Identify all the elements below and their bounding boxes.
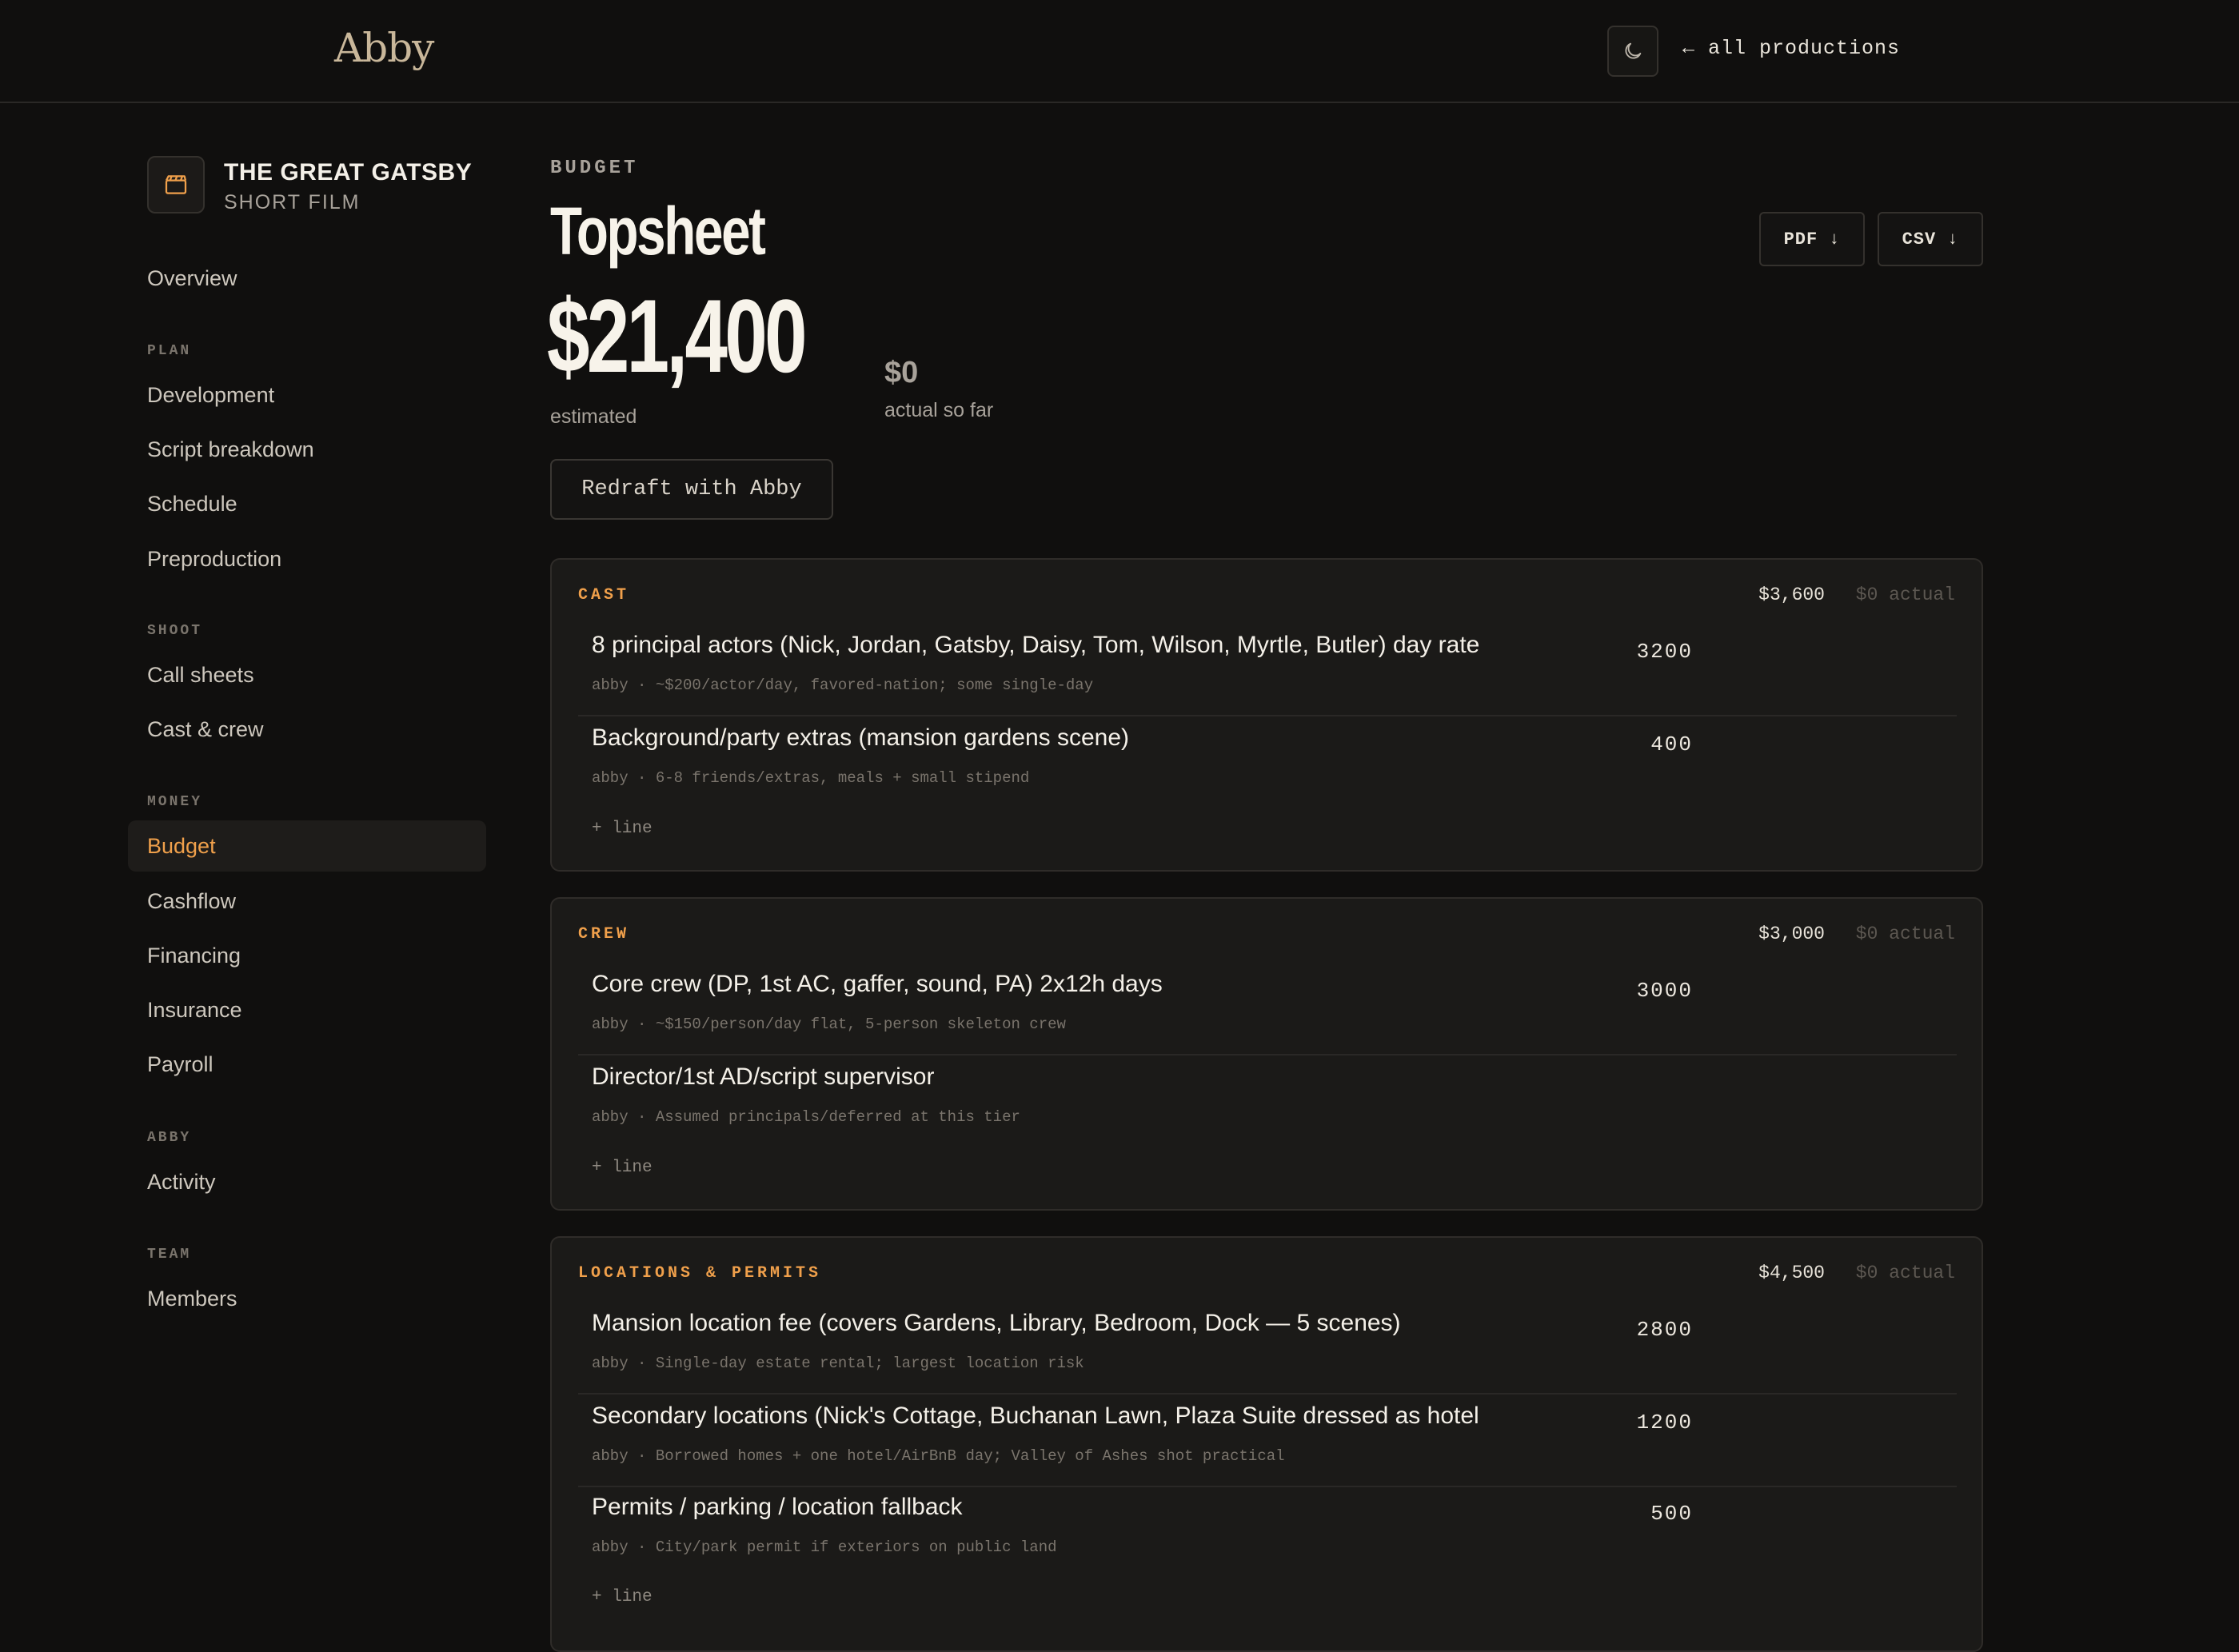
add-line-button[interactable]: + line — [592, 820, 653, 838]
export-csv-label: CSV — [1902, 229, 1937, 249]
page-eyebrow: BUDGET — [550, 158, 639, 179]
line-amount[interactable]: 3200 — [1637, 640, 1693, 664]
nav-section-money: MONEY — [147, 794, 203, 810]
sidebar: THE GREAT GATSBY SHORT FILM Overview PLA… — [0, 103, 512, 1599]
budget-line[interactable]: Director/1st AD/script supervisor abby ·… — [578, 1055, 1957, 1148]
sidebar-item-overview[interactable]: Overview — [128, 253, 486, 304]
section-name: CAST — [578, 586, 630, 605]
sidebar-item-payroll[interactable]: Payroll — [128, 1039, 486, 1090]
download-arrow-icon: ↓ — [1947, 229, 1959, 249]
section-name: CREW — [578, 925, 630, 944]
actual-total: $0 — [884, 356, 919, 389]
nav-section-team: TEAM — [147, 1247, 192, 1263]
theme-toggle-button[interactable] — [1607, 26, 1658, 77]
clapperboard-icon — [147, 156, 205, 213]
sidebar-item-activity[interactable]: Activity — [128, 1156, 486, 1207]
nav-section-plan: PLAN — [147, 343, 192, 359]
line-description[interactable]: Mansion location fee (covers Gardens, Li… — [592, 1310, 1401, 1337]
line-note: abby · Assumed principals/deferred at th… — [592, 1108, 1020, 1126]
sidebar-item-insurance[interactable]: Insurance — [128, 984, 486, 1035]
budget-section-cast: CAST $3,600 $0 actual 8 principal actors… — [550, 558, 1983, 872]
section-total: $3,600 — [1758, 585, 1825, 605]
sidebar-item-members[interactable]: Members — [128, 1273, 486, 1324]
sidebar-item-call-sheets[interactable]: Call sheets — [128, 649, 486, 700]
line-amount[interactable]: 3000 — [1637, 979, 1693, 1003]
line-note: abby · ~$150/person/day flat, 5-person s… — [592, 1016, 1066, 1033]
abby-logo[interactable]: Abby — [334, 24, 434, 72]
sidebar-item-development[interactable]: Development — [128, 369, 486, 421]
sidebar-item-financing[interactable]: Financing — [128, 930, 486, 981]
budget-line[interactable]: Background/party extras (mansion gardens… — [578, 716, 1957, 809]
sidebar-item-cast-crew[interactable]: Cast & crew — [128, 704, 486, 755]
section-name: LOCATIONS & PERMITS — [578, 1264, 822, 1283]
line-description[interactable]: Secondary locations (Nick's Cottage, Buc… — [592, 1403, 1479, 1430]
line-description[interactable]: Core crew (DP, 1st AC, gaffer, sound, PA… — [592, 971, 1163, 998]
sidebar-item-budget[interactable]: Budget — [128, 820, 486, 872]
download-arrow-icon: ↓ — [1829, 229, 1841, 249]
line-note: abby · 6-8 friends/extras, meals + small… — [592, 769, 1030, 787]
line-note: abby · ~$200/actor/day, favored-nation; … — [592, 676, 1094, 694]
line-note: abby · Single-day estate rental; largest… — [592, 1355, 1084, 1372]
line-note: abby · Borrowed homes + one hotel/AirBnB… — [592, 1447, 1285, 1465]
line-description[interactable]: 8 principal actors (Nick, Jordan, Gatsby… — [592, 632, 1479, 659]
line-amount[interactable]: 1200 — [1637, 1411, 1693, 1435]
sidebar-item-schedule[interactable]: Schedule — [128, 478, 486, 529]
budget-section-locations-permits: LOCATIONS & PERMITS $4,500 $0 actual Man… — [550, 1236, 1983, 1652]
add-line-button[interactable]: + line — [592, 1159, 653, 1177]
redraft-with-abby-button[interactable]: Redraft with Abby — [550, 459, 833, 520]
section-actual: $0 actual — [1855, 924, 1955, 944]
production-subtitle: SHORT FILM — [224, 191, 361, 213]
budget-line[interactable]: Mansion location fee (covers Gardens, Li… — [578, 1302, 1957, 1395]
all-productions-link[interactable]: ← all productions — [1682, 35, 1900, 62]
line-amount[interactable]: 2800 — [1637, 1318, 1693, 1342]
section-actual: $0 actual — [1855, 585, 1955, 605]
estimated-label: estimated — [550, 405, 637, 428]
export-pdf-label: PDF — [1783, 229, 1818, 249]
section-actual: $0 actual — [1855, 1263, 1955, 1283]
line-note: abby · City/park permit if exteriors on … — [592, 1538, 1057, 1556]
production-title: THE GREAT GATSBY — [224, 159, 473, 186]
sidebar-item-preproduction[interactable]: Preproduction — [128, 533, 486, 585]
add-line-button[interactable]: + line — [592, 1588, 653, 1606]
line-amount[interactable]: 400 — [1650, 732, 1693, 756]
budget-line[interactable]: Secondary locations (Nick's Cottage, Buc… — [578, 1395, 1957, 1487]
page-title: Topsheet — [550, 194, 766, 269]
actual-label: actual so far — [884, 399, 994, 421]
budget-line[interactable]: Core crew (DP, 1st AC, gaffer, sound, PA… — [578, 963, 1957, 1055]
budget-line[interactable]: Permits / parking / location fallback ab… — [578, 1486, 1957, 1578]
line-description[interactable]: Permits / parking / location fallback — [592, 1494, 963, 1521]
line-description[interactable]: Director/1st AD/script supervisor — [592, 1063, 934, 1091]
line-amount[interactable]: 500 — [1650, 1502, 1693, 1526]
export-csv-button[interactable]: CSV ↓ — [1878, 212, 1983, 266]
budget-section-crew: CREW $3,000 $0 actual Core crew (DP, 1st… — [550, 897, 1983, 1211]
budget-line[interactable]: 8 principal actors (Nick, Jordan, Gatsby… — [578, 624, 1957, 716]
sidebar-item-script-breakdown[interactable]: Script breakdown — [128, 424, 486, 475]
top-bar: Abby ← all productions — [0, 0, 2239, 103]
section-total: $4,500 — [1758, 1263, 1825, 1283]
estimated-total: $21,400 — [547, 277, 808, 394]
section-total: $3,000 — [1758, 924, 1825, 944]
line-description[interactable]: Background/party extras (mansion gardens… — [592, 724, 1129, 752]
export-pdf-button[interactable]: PDF ↓ — [1759, 212, 1865, 266]
nav-section-shoot: SHOOT — [147, 623, 203, 639]
sidebar-item-cashflow[interactable]: Cashflow — [128, 876, 486, 927]
moon-icon — [1625, 42, 1642, 59]
nav-section-abby: ABBY — [147, 1130, 192, 1146]
